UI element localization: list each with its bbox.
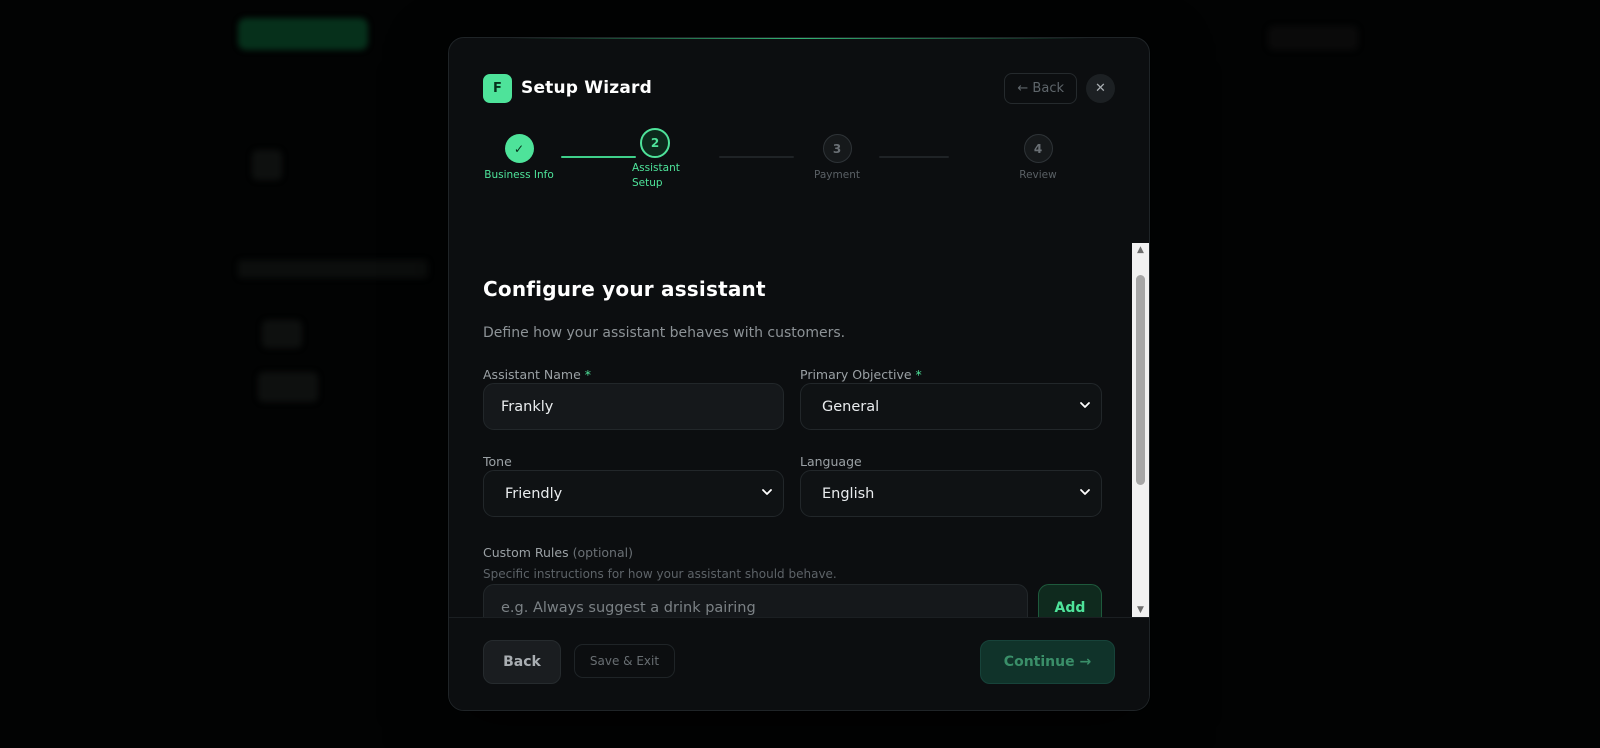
select-value: General: [822, 398, 880, 415]
background-icon: [262, 320, 302, 348]
close-icon[interactable]: ✕: [1086, 73, 1115, 103]
step-number: 4: [1023, 134, 1053, 163]
language-label: Language: [800, 454, 862, 469]
step-label: Review: [1019, 169, 1057, 181]
step-connector: [879, 156, 949, 158]
check-icon: ✓: [504, 134, 534, 163]
required-mark: *: [584, 367, 592, 382]
continue-button[interactable]: Continue →: [980, 640, 1115, 684]
header-back-button[interactable]: ← Back: [1004, 72, 1077, 104]
select-value: English: [822, 485, 875, 502]
input-value: Frankly: [501, 398, 554, 415]
app-logo: F: [483, 73, 512, 103]
step-label: Payment: [814, 169, 860, 181]
chevron-down-icon: [1080, 489, 1090, 495]
background-heading: [238, 260, 428, 278]
background-icon: [252, 150, 282, 180]
step-number: 2: [640, 128, 670, 158]
step-number: 3: [822, 134, 852, 163]
custom-rules-help: Specific instructions for how your assis…: [483, 567, 837, 581]
page-subtitle: Define how your assistant behaves with c…: [483, 325, 846, 341]
step-payment[interactable]: 3 Payment: [792, 128, 882, 183]
language-select[interactable]: English: [800, 470, 1102, 517]
select-value: Friendly: [505, 485, 563, 502]
step-label: Business Info: [484, 169, 554, 181]
primary-objective-select[interactable]: General: [800, 383, 1102, 430]
tone-select[interactable]: Friendly: [483, 470, 784, 517]
save-exit-button[interactable]: Save & Exit: [574, 644, 675, 678]
step-assistant-setup[interactable]: 2 Assistant Setup: [632, 128, 702, 191]
scrollbar-thumb[interactable]: [1136, 275, 1145, 485]
chevron-down-icon: [1080, 402, 1090, 408]
step-connector: [561, 156, 636, 158]
wizard-footer: Back Save & Exit Continue →: [449, 617, 1149, 710]
setup-wizard-modal: F Setup Wizard ← Back ✕ ✓ Business Info …: [448, 37, 1150, 711]
optional-tag: (optional): [572, 545, 633, 560]
step-label: Assistant Setup: [632, 162, 680, 189]
background-pill: [238, 18, 368, 50]
field-label-text: Primary Objective: [800, 367, 912, 382]
wizard-stepper: ✓ Business Info 2 Assistant Setup 3 Paym…: [449, 128, 1149, 198]
scrollbar[interactable]: ▲ ▼: [1132, 243, 1149, 617]
back-button[interactable]: Back: [483, 640, 561, 684]
scroll-down-icon[interactable]: ▼: [1132, 603, 1149, 617]
custom-rules-label: Custom Rules (optional): [483, 545, 633, 560]
primary-objective-label: Primary Objective *: [800, 367, 922, 382]
background-header-item: [1268, 26, 1358, 50]
field-label-text: Custom Rules: [483, 545, 569, 560]
input-placeholder: e.g. Always suggest a drink pairing: [501, 599, 756, 616]
wizard-title: Setup Wizard: [521, 78, 652, 98]
tone-label: Tone: [483, 454, 512, 469]
step-business-info[interactable]: ✓ Business Info: [474, 128, 564, 183]
page-title: Configure your assistant: [483, 277, 766, 301]
required-mark: *: [915, 367, 922, 382]
wizard-body[interactable]: Configure your assistant Define how your…: [483, 243, 1103, 653]
chevron-down-icon: [762, 489, 772, 495]
wizard-header: F Setup Wizard ← Back ✕: [483, 72, 1115, 104]
step-connector: [719, 156, 794, 158]
modal-top-glow: [509, 38, 1089, 39]
assistant-name-label: Assistant Name *: [483, 367, 591, 382]
background-item: [258, 372, 318, 402]
scroll-up-icon[interactable]: ▲: [1132, 243, 1149, 257]
assistant-name-input[interactable]: Frankly: [483, 383, 784, 430]
step-review[interactable]: 4 Review: [993, 128, 1083, 183]
field-label-text: Assistant Name: [483, 367, 581, 382]
